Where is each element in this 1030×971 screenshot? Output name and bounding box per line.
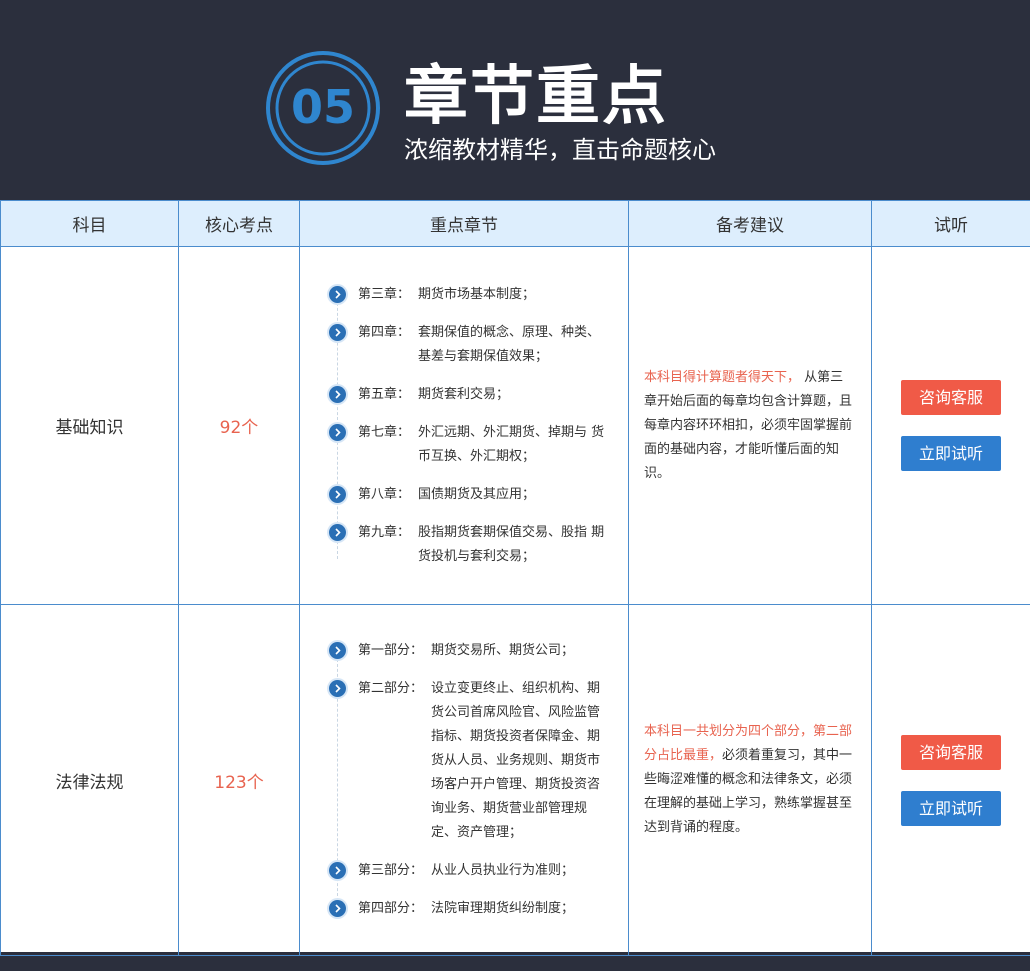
trial-listen-button[interactable]: 立即试听 [901,436,1001,471]
subject-cell: 基础知识 [0,246,179,605]
chapter-label: 第三部分： [358,863,424,878]
chevron-right-icon [329,485,346,503]
chapter-label: 第五章： [358,386,411,402]
table-row: 基础知识 92个 第三章： 期货市场基本制度； 第四章： 套期保值的概念、原理、… [0,246,1030,605]
column-header-points: 核心考点 [178,200,300,247]
chapter-item: 第一部分： 期货交易所、期货公司； [329,639,607,663]
chevron-right-icon [329,385,346,403]
chapter-item: 第九章： 股指期货套期保值交易、股指 期货投机与套利交易； [329,521,607,569]
column-header-subject: 科目 [0,200,179,247]
table-row: 法律法规 123个 第一部分： 期货交易所、期货公司； 第二部分： 设立变更终止… [0,604,1030,956]
advice-cell: 本科目得计算题者得天下， 从第三章开始后面的每章均包含计算题，且每章内容环环相扣… [628,246,872,605]
page-subtitle: 浓缩教材精华，直击命题核心 [404,136,716,164]
chapter-label: 第四章： [358,324,411,340]
page-title: 章节重点 [404,60,668,134]
chevron-right-icon [329,680,346,697]
chevron-right-icon [329,523,346,541]
chapter-label: 第一部分： [358,643,424,658]
chapter-text: 设立变更终止、组织机构、期货公司首席风险官、风险监管指标、期货投资者保障金、期货… [431,681,601,840]
chevron-right-icon [329,642,346,659]
chapter-text: 国债期货及其应用； [418,486,536,502]
chapter-list: 第三章： 期货市场基本制度； 第四章： 套期保值的概念、原理、种类、 基差与套期… [301,283,627,569]
chapter-text: 期货交易所、期货公司； [431,643,575,658]
chevron-right-icon [329,862,346,879]
chapter-label: 第八章： [358,486,411,502]
table-header-row: 科目 核心考点 重点章节 备考建议 试听 [0,200,1030,247]
chapter-label: 第二部分： [358,681,424,696]
chapter-item: 第八章： 国债期货及其应用； [329,483,607,507]
consult-button[interactable]: 咨询客服 [901,380,1001,415]
chapter-label: 第九章： [358,524,411,540]
trial-cell: 咨询客服 立即试听 [871,246,1030,605]
column-header-trial: 试听 [871,200,1030,247]
chapter-text: 法院审理期货纠纷制度； [431,901,575,916]
subject-cell: 法律法规 [0,604,179,956]
chapter-text: 期货市场基本制度； [418,286,536,302]
chapter-item: 第五章： 期货套利交易； [329,383,607,407]
points-cell: 92个 [178,246,300,605]
chapter-badge: 05 [265,50,381,166]
chapter-item: 第三部分： 从业人员执业行为准则； [329,859,607,883]
column-header-advice: 备考建议 [628,200,872,247]
consult-button[interactable]: 咨询客服 [901,734,1001,770]
chapter-item: 第四部分： 法院审理期货纠纷制度； [329,897,607,921]
chapter-list: 第一部分： 期货交易所、期货公司； 第二部分： 设立变更终止、组织机构、期货公司… [301,639,627,921]
chapter-item: 第四章： 套期保值的概念、原理、种类、 基差与套期保值效果； [329,321,607,369]
course-table-wrapper: 科目 核心考点 重点章节 备考建议 试听 基础知识 92个 第三章： 期货市场基… [0,200,1030,956]
column-header-chapters: 重点章节 [299,200,629,247]
chevron-right-icon [329,900,346,917]
advice-highlight: 本科目得计算题者得天下， [644,369,801,385]
chapter-label: 第七章： [358,424,411,440]
advice-text-block: 本科目一共划分为四个部分，第二部分占比最重，必须着重复习，其中一些晦涩难懂的概念… [630,720,870,840]
chapter-text: 期货套利交易； [418,386,510,402]
chapter-item: 第七章： 外汇远期、外汇期货、掉期与 货币互换、外汇期权； [329,421,607,469]
badge-number: 05 [290,80,355,134]
page-header: 05 章节重点 浓缩教材精华，直击命题核心 [0,0,1030,200]
chapters-cell: 第三章： 期货市场基本制度； 第四章： 套期保值的概念、原理、种类、 基差与套期… [299,246,629,605]
chapter-label: 第三章： [358,286,411,302]
advice-text-block: 本科目得计算题者得天下， 从第三章开始后面的每章均包含计算题，且每章内容环环相扣… [630,366,870,486]
chapter-item: 第三章： 期货市场基本制度； [329,283,607,307]
chevron-right-icon [329,285,346,303]
chapter-text: 从业人员执业行为准则； [431,863,575,878]
advice-cell: 本科目一共划分为四个部分，第二部分占比最重，必须着重复习，其中一些晦涩难懂的概念… [628,604,872,956]
trial-listen-button[interactable]: 立即试听 [901,790,1001,826]
points-cell: 123个 [178,604,300,956]
chapter-text: 股指期货套期保值交易、股指 期货投机与套利交易； [418,524,605,564]
course-table: 科目 核心考点 重点章节 备考建议 试听 基础知识 92个 第三章： 期货市场基… [0,200,1030,956]
chapters-cell: 第一部分： 期货交易所、期货公司； 第二部分： 设立变更终止、组织机构、期货公司… [299,604,629,956]
trial-cell: 咨询客服 立即试听 [871,604,1030,956]
chapter-item: 第二部分： 设立变更终止、组织机构、期货公司首席风险官、风险监管指标、期货投资者… [329,677,607,845]
chapter-label: 第四部分： [358,901,424,916]
chapter-text: 外汇远期、外汇期货、掉期与 货币互换、外汇期权； [418,424,605,464]
chevron-right-icon [329,323,346,341]
advice-body: 从第三章开始后面的每章均包含计算题，且每章内容环环相扣，必须牢固掌握前面的基础内… [644,369,853,481]
chevron-right-icon [329,423,346,441]
chapter-text: 套期保值的概念、原理、种类、 基差与套期保值效果； [418,324,601,364]
